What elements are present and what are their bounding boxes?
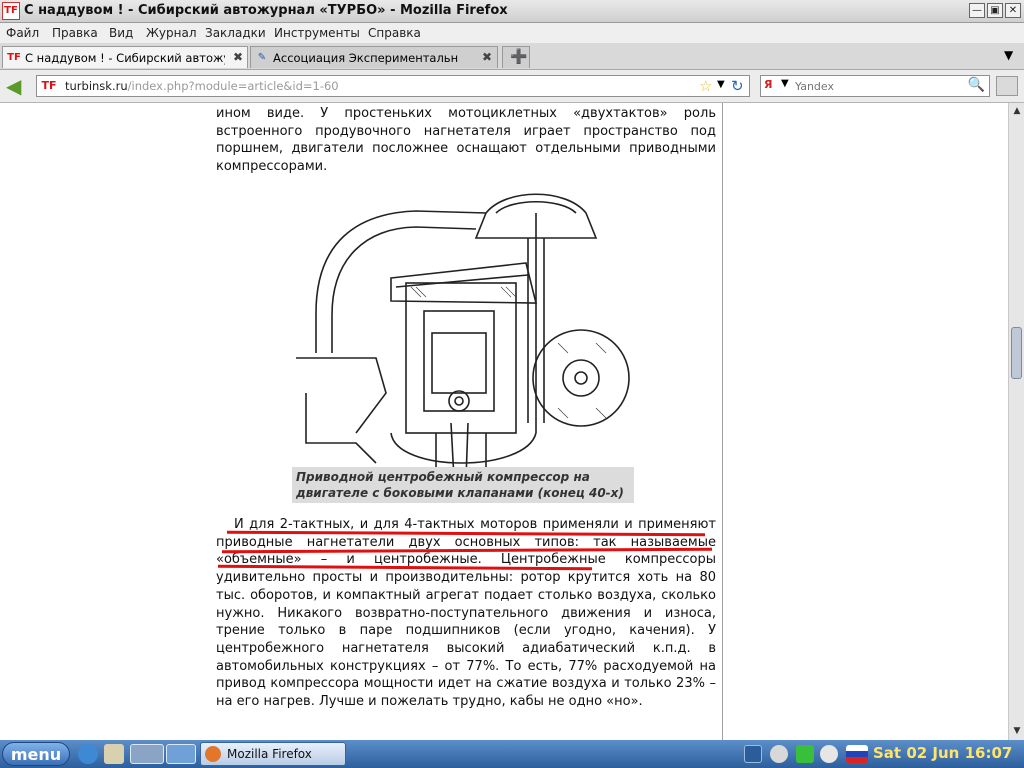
clock[interactable]: Sat 02 Jun 16:07 <box>873 744 1012 762</box>
plus-icon: ➕ <box>510 49 528 65</box>
search-box[interactable]: Я ▼ 🔍 <box>760 75 990 97</box>
site-logo-icon: TF <box>41 79 57 92</box>
menu-history[interactable]: Журнал <box>146 26 197 40</box>
battery-icon[interactable] <box>796 745 814 763</box>
search-input[interactable] <box>795 78 955 94</box>
start-menu-button[interactable]: menu <box>2 742 70 766</box>
close-button[interactable]: ✕ <box>1005 3 1021 18</box>
history-dropdown-icon[interactable]: ▼ <box>717 79 725 90</box>
tab-turbo[interactable]: TF С наддувом ! - Сибирский автожу ✖ <box>2 46 248 68</box>
scroll-down-icon[interactable]: ▼ <box>1011 725 1023 737</box>
title-bar: TF С наддувом ! - Сибирский автожурнал «… <box>0 0 1024 23</box>
menu-file[interactable]: Файл <box>6 26 39 40</box>
menu-view[interactable]: Вид <box>109 26 133 40</box>
app-logo-icon: TF <box>2 2 20 20</box>
tab-association[interactable]: ✎ Ассоциация Экспериментальн ✖ <box>250 46 498 68</box>
navigation-bar: ◀ TF turbinsk.ru/index.php?module=articl… <box>0 70 1024 103</box>
close-tab-icon[interactable]: ✖ <box>480 50 494 64</box>
page-content: ином виде. У простеньких мотоциклетных «… <box>0 103 1008 740</box>
search-icon[interactable]: 🔍 <box>968 77 985 93</box>
minimize-button[interactable]: — <box>969 3 985 18</box>
site-logo-icon: TF <box>7 52 21 63</box>
reload-icon[interactable]: ↻ <box>731 77 744 95</box>
figure-caption: Приводной центробежный компрессор на дви… <box>292 467 634 503</box>
maximize-button[interactable]: ▣ <box>987 3 1003 18</box>
address-bar[interactable]: TF turbinsk.ru/index.php?module=article&… <box>36 75 750 97</box>
page-icon: ✎ <box>257 52 267 63</box>
browser-launcher-icon[interactable] <box>78 744 98 764</box>
taskbar-window-label: Mozilla Firefox <box>227 747 312 761</box>
menu-bookmarks[interactable]: Закладки <box>205 26 266 40</box>
yandex-engine-icon[interactable]: Я <box>764 78 778 94</box>
window-title: С наддувом ! - Сибирский автожурнал «ТУР… <box>24 3 508 18</box>
compressor-engine-drawing <box>296 193 630 479</box>
desktop-pager-2-icon[interactable] <box>166 744 196 764</box>
tab-label: С наддувом ! - Сибирский автожу <box>25 51 225 65</box>
tab-bar: TF С наддувом ! - Сибирский автожу ✖ ✎ А… <box>0 43 1024 70</box>
bookmark-star-icon[interactable]: ☆ <box>699 77 712 95</box>
menu-edit[interactable]: Правка <box>52 26 98 40</box>
taskbar: menu Mozilla Firefox Sat 02 Jun 16:07 <box>0 740 1024 768</box>
addon-icon[interactable] <box>996 76 1018 96</box>
close-tab-icon[interactable]: ✖ <box>231 50 245 64</box>
scroll-up-icon[interactable]: ▲ <box>1011 105 1023 117</box>
volume-icon[interactable] <box>820 745 838 763</box>
tab-list-icon[interactable]: ▼ <box>1004 48 1013 62</box>
column-divider <box>722 103 723 740</box>
back-arrow-icon[interactable]: ◀ <box>6 76 28 96</box>
menu-bar: Файл Правка Вид Журнал Закладки Инструме… <box>0 23 1024 43</box>
tab-label: Ассоциация Экспериментальн <box>273 51 459 65</box>
article-paragraph-top: ином виде. У простеньких мотоциклетных «… <box>216 106 716 175</box>
menu-help[interactable]: Справка <box>368 26 421 40</box>
bluetooth-icon[interactable] <box>744 745 762 763</box>
vertical-scrollbar[interactable]: ▲ ▼ <box>1008 103 1024 740</box>
url-text: turbinsk.ru/index.php?module=article&id=… <box>65 79 339 93</box>
russian-flag-icon[interactable] <box>846 745 868 763</box>
firefox-icon <box>205 746 221 762</box>
menu-tools[interactable]: Инструменты <box>274 26 360 40</box>
new-tab-button[interactable]: ➕ <box>502 46 530 68</box>
network-icon[interactable] <box>770 745 788 763</box>
article-paragraph-main: И для 2-тактных, и для 4-тактных моторов… <box>216 517 716 710</box>
scrollbar-thumb[interactable] <box>1011 327 1022 379</box>
desktop-pager-icon[interactable] <box>130 744 164 764</box>
file-manager-icon[interactable] <box>104 744 124 764</box>
engine-dropdown-icon[interactable]: ▼ <box>781 78 789 89</box>
taskbar-window-firefox[interactable]: Mozilla Firefox <box>200 742 346 766</box>
